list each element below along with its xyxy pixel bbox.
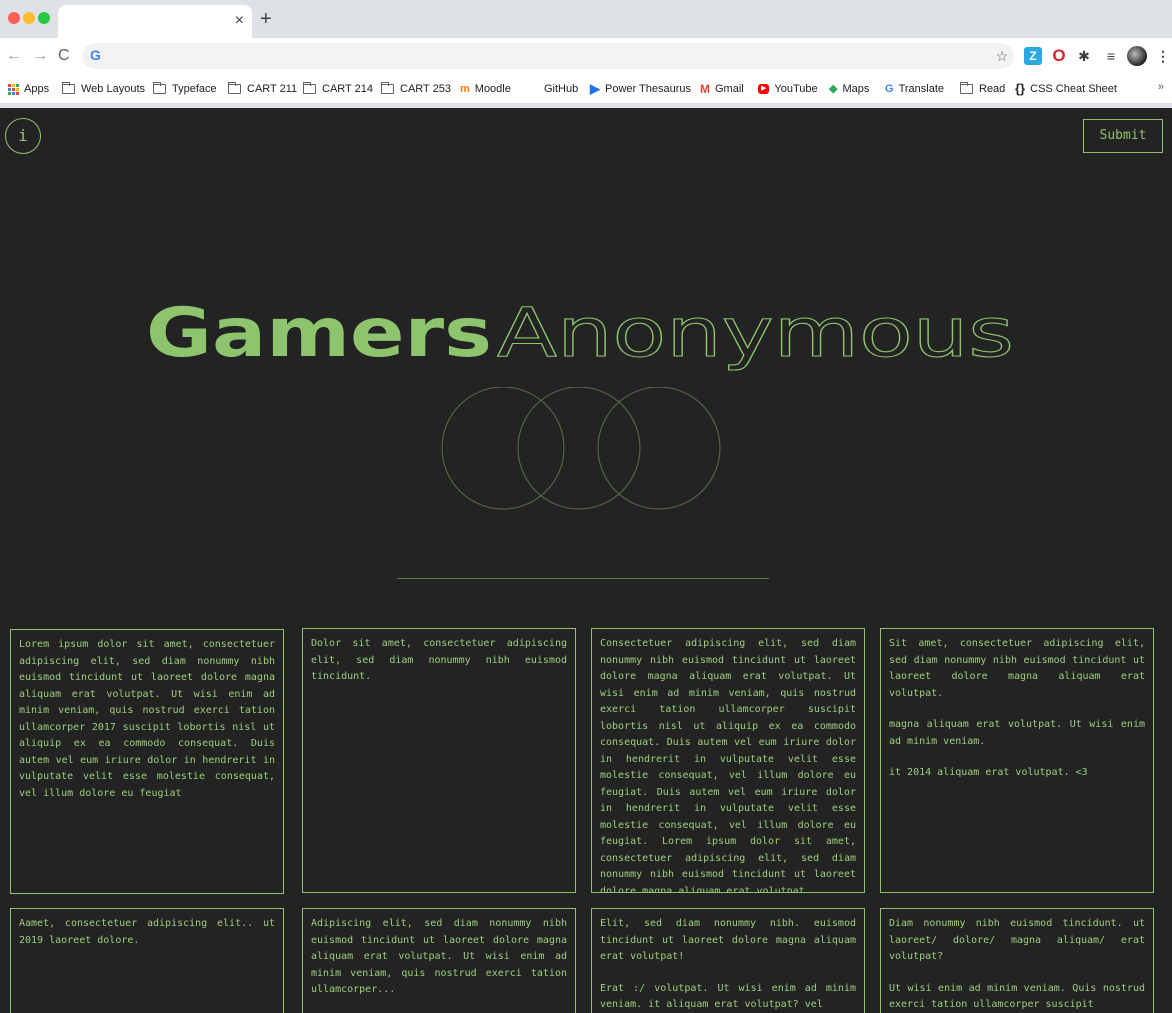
- folder-icon: [153, 82, 166, 94]
- folder-icon: [303, 82, 316, 94]
- bookmark-power-thesaurus[interactable]: ▶ Power Thesaurus: [590, 81, 691, 97]
- folder-icon: [381, 82, 394, 94]
- bookmark-apps[interactable]: Apps: [8, 81, 49, 97]
- story-card[interactable]: Sit amet, consectetuer adipiscing elit, …: [880, 628, 1154, 893]
- card-text: Dolor sit amet, consectetuer adipiscing …: [311, 638, 574, 682]
- page-content: i Submit Gamers Anonymous Lorem ipsum do…: [0, 108, 1172, 1013]
- bookmark-read[interactable]: Read: [960, 81, 1005, 97]
- bookmark-label: Power Thesaurus: [605, 83, 692, 95]
- bookmark-cart-253[interactable]: CART 253: [381, 81, 451, 97]
- site-title-solid: Gamers: [146, 298, 492, 373]
- story-card[interactable]: Diam nonummy nibh euismod tincidunt. ut …: [880, 908, 1154, 1013]
- story-card[interactable]: Dolor sit amet, consectetuer adipiscing …: [302, 628, 576, 893]
- gmail-icon: M: [700, 82, 710, 96]
- story-card[interactable]: Consectetuer adipiscing elit, sed diam n…: [591, 628, 865, 893]
- maximize-window-button[interactable]: [38, 12, 50, 24]
- hero-divider: [397, 578, 769, 579]
- story-card[interactable]: Adipiscing elit, sed diam nonummy nibh e…: [302, 908, 576, 1013]
- new-tab-button[interactable]: +: [260, 9, 272, 29]
- card-text: Erat :/ volutpat. Ut wisi enim ad minim …: [600, 982, 863, 1011]
- card-text: Consectetuer adipiscing elit, sed diam n…: [600, 638, 863, 893]
- media-queue-icon[interactable]: ≡: [1102, 47, 1120, 65]
- site-title-outline: Anonymous: [497, 298, 1014, 373]
- submit-button[interactable]: Submit: [1083, 119, 1163, 153]
- browser-toolbar: ← → C G ☆ Z O ✱ ≡ ⋮: [0, 38, 1172, 74]
- menu-icon[interactable]: ⋮: [1154, 47, 1172, 65]
- reload-button[interactable]: C: [58, 46, 70, 66]
- bookmarks-overflow-icon[interactable]: »: [1158, 81, 1164, 93]
- apps-grid-icon: [8, 83, 19, 95]
- story-card[interactable]: Lorem ipsum dolor sit amet, consectetuer…: [10, 629, 284, 894]
- bookmark-label: Apps: [24, 83, 50, 95]
- forward-button[interactable]: →: [32, 46, 48, 66]
- minimize-window-button[interactable]: [23, 12, 35, 24]
- back-button[interactable]: ←: [6, 46, 22, 66]
- bookmark-label: Web Layouts: [81, 83, 146, 95]
- youtube-icon: ▶: [758, 84, 770, 94]
- star-icon[interactable]: ☆: [993, 47, 1011, 65]
- power-thesaurus-icon: ▶: [590, 81, 600, 96]
- bookmark-label: YouTube: [774, 83, 818, 95]
- maps-icon: ◆: [829, 83, 838, 95]
- bookmark-web-layouts[interactable]: Web Layouts: [62, 81, 145, 97]
- extension-icon[interactable]: Z: [1024, 47, 1042, 65]
- bookmark-youtube[interactable]: ▶ YouTube: [758, 81, 818, 97]
- bookmark-gmail[interactable]: M Gmail: [700, 81, 744, 97]
- moodle-icon: m: [460, 83, 470, 95]
- card-text: Sit amet, consectetuer adipiscing elit, …: [889, 638, 1152, 699]
- folder-icon: [62, 82, 75, 94]
- bookmark-label: CART 211: [247, 83, 298, 95]
- tab-strip: × +: [0, 0, 1172, 38]
- info-button[interactable]: i: [5, 118, 41, 154]
- address-bar[interactable]: G: [82, 43, 1014, 69]
- bookmark-label: Typeface: [172, 83, 217, 95]
- bookmark-label: Maps: [842, 83, 870, 95]
- logo-circle-left: [441, 387, 565, 510]
- card-text: Aamet, consectetuer adipiscing elit.. ut…: [19, 918, 282, 946]
- bookmark-cart-214[interactable]: CART 214: [303, 81, 373, 97]
- active-tab[interactable]: ×: [58, 5, 252, 38]
- bookmark-label: CART 214: [322, 83, 373, 95]
- card-text: Ut wisi enim ad minim veniam. Quis nostr…: [889, 982, 1152, 1011]
- bookmark-css-cheat-sheet[interactable]: {} CSS Cheat Sheet: [1015, 81, 1117, 97]
- bookmark-typeface[interactable]: Typeface: [153, 81, 217, 97]
- browser-chrome: × + ← → C G ☆ Z O ✱ ≡ ⋮ Apps Web Layouts…: [0, 0, 1172, 108]
- bookmark-cart-211[interactable]: CART 211: [228, 81, 297, 97]
- bookmark-github[interactable]: GitHub: [544, 81, 578, 97]
- bookmark-translate[interactable]: G Translate: [885, 81, 944, 97]
- tab-close-icon[interactable]: ×: [235, 11, 244, 31]
- opera-icon[interactable]: O: [1050, 47, 1068, 65]
- story-card[interactable]: Elit, sed diam nonummy nibh. euismod tin…: [591, 908, 865, 1013]
- card-text: Elit, sed diam nonummy nibh. euismod tin…: [600, 918, 863, 962]
- story-card[interactable]: Aamet, consectetuer adipiscing elit.. ut…: [10, 908, 284, 1013]
- folder-icon: [960, 82, 973, 94]
- logo-circle-right: [597, 387, 721, 510]
- card-text: magna aliquam erat volutpat. Ut wisi eni…: [889, 719, 1152, 747]
- bookmark-maps[interactable]: ◆ Maps: [829, 81, 869, 97]
- braces-icon: {}: [1015, 81, 1026, 96]
- google-icon: G: [90, 47, 101, 63]
- logo-circles: [441, 387, 721, 510]
- site-title: Gamers Anonymous: [146, 298, 1015, 374]
- bookmark-label: Moodle: [474, 83, 511, 95]
- logo-circle-middle: [517, 387, 641, 510]
- translate-icon: G: [885, 83, 894, 95]
- card-text: Diam nonummy nibh euismod tincidunt. ut …: [889, 918, 1152, 962]
- card-text: Lorem ipsum dolor sit amet, consectetuer…: [19, 639, 282, 799]
- bookmark-moodle[interactable]: m Moodle: [460, 81, 511, 97]
- bookmark-label: CART 253: [400, 83, 451, 95]
- profile-avatar[interactable]: [1127, 46, 1147, 66]
- card-text: it 2014 aliquam erat volutpat. <3: [889, 767, 1088, 778]
- close-window-button[interactable]: [8, 12, 20, 24]
- bookmark-label: GitHub: [544, 83, 579, 95]
- bookmarks-bar: Apps Web Layouts Typeface CART 211 CART …: [0, 74, 1172, 104]
- bookmark-label: Gmail: [715, 83, 744, 95]
- bookmark-label: Read: [979, 83, 1006, 95]
- folder-icon: [228, 82, 241, 94]
- bookmark-label: Translate: [898, 83, 945, 95]
- bookmark-label: CSS Cheat Sheet: [1030, 83, 1117, 95]
- puzzle-icon[interactable]: ✱: [1075, 47, 1093, 65]
- card-text: Adipiscing elit, sed diam nonummy nibh e…: [311, 918, 574, 995]
